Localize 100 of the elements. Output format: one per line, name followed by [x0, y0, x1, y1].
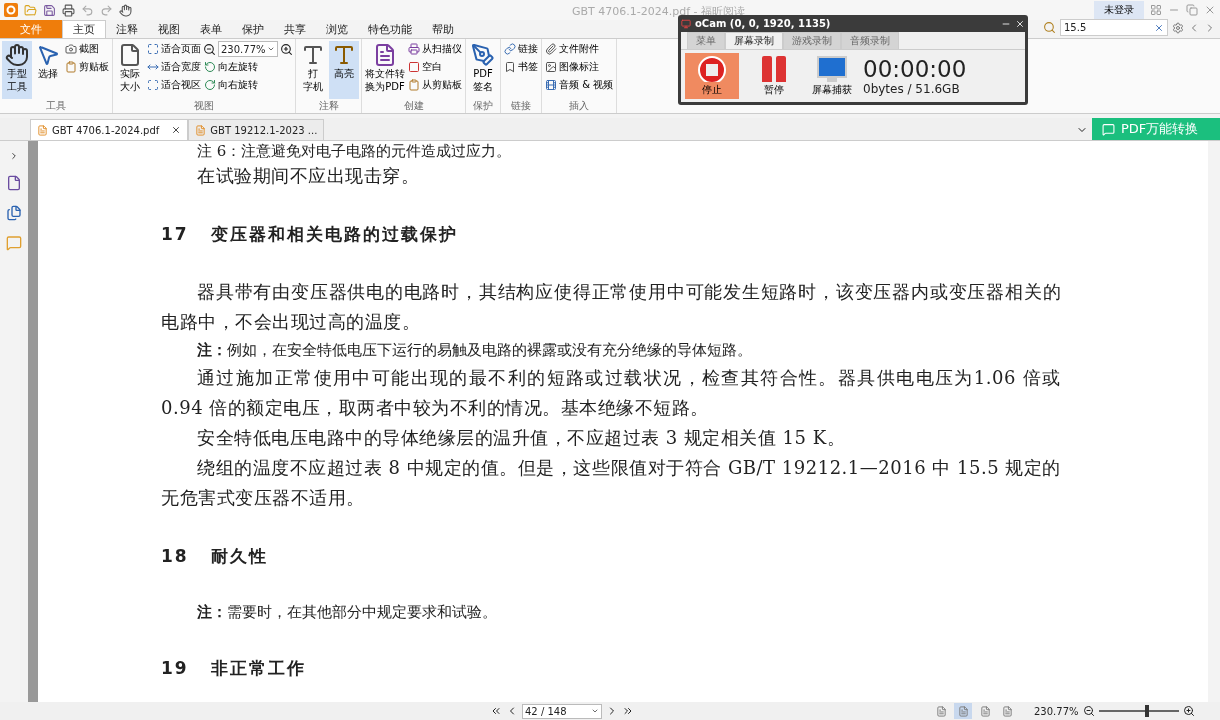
- group-label: 工具: [45, 99, 67, 113]
- zoom-in-icon[interactable]: [280, 42, 293, 56]
- page-view-icon: [1001, 705, 1013, 717]
- ribbon-button[interactable]: 打 字机: [298, 41, 328, 99]
- expand-icon[interactable]: [9, 151, 19, 161]
- caret-icon: [267, 45, 275, 53]
- app-logo: [4, 3, 18, 17]
- section-number: 18: [161, 545, 189, 568]
- close-icon[interactable]: [171, 125, 182, 135]
- menu-tab[interactable]: 注释: [106, 20, 148, 38]
- ribbon-button[interactable]: 适合视区: [146, 77, 202, 93]
- ribbon-button[interactable]: 适合页面: [146, 41, 202, 57]
- recorder-tab[interactable]: 音频录制: [841, 32, 899, 49]
- clear-icon[interactable]: [1154, 22, 1164, 33]
- pdf-file-icon: [195, 124, 207, 136]
- ribbon-button[interactable]: 书签: [503, 59, 539, 75]
- group-label: 插入: [568, 99, 591, 113]
- page-icon[interactable]: [6, 175, 22, 191]
- hand-icon[interactable]: [119, 3, 132, 17]
- settings-icon[interactable]: [1172, 21, 1184, 34]
- login-button[interactable]: 未登录: [1094, 1, 1144, 19]
- scanner-icon: [408, 43, 420, 55]
- section-heading: 耐久性: [210, 545, 268, 568]
- ribbon-button[interactable]: 文件附件: [544, 41, 615, 57]
- zoom-in-icon[interactable]: [1182, 705, 1195, 717]
- ribbon-button[interactable]: 截图: [64, 41, 110, 57]
- page-icon: [118, 43, 142, 67]
- ribbon-button[interactable]: 剪贴板: [64, 59, 110, 75]
- search-field[interactable]: 15.5: [1060, 19, 1168, 36]
- ribbon-button[interactable]: 从剪贴板: [407, 77, 463, 93]
- pen-icon: [471, 43, 495, 67]
- zoom-out-icon[interactable]: [1082, 705, 1095, 717]
- search-icon[interactable]: [1043, 21, 1056, 34]
- page-view-icon: [935, 705, 947, 717]
- menu-tab[interactable]: 主页: [62, 20, 106, 38]
- undo-icon[interactable]: [81, 3, 94, 17]
- pdf-file-icon: [37, 124, 48, 136]
- clipboard-icon: [408, 79, 420, 91]
- menu-tab[interactable]: 特色功能: [358, 20, 422, 38]
- zoom-out-icon[interactable]: [203, 42, 216, 56]
- menu-tab[interactable]: 表单: [190, 20, 232, 38]
- file-icon: [373, 43, 397, 67]
- save-icon[interactable]: [43, 3, 56, 17]
- group-label: 链接: [510, 99, 532, 113]
- menu-tab[interactable]: 帮助: [422, 20, 464, 38]
- pause-icon: [761, 55, 787, 82]
- ribbon-button[interactable]: 链接: [503, 41, 539, 57]
- ribbon-button[interactable]: 适合宽度: [146, 59, 202, 75]
- recorder-tab[interactable]: 菜单: [687, 32, 725, 49]
- close-icon[interactable]: [1015, 18, 1025, 29]
- file-size: 0bytes / 51.6GB: [863, 82, 961, 96]
- highlight-icon: [332, 43, 356, 67]
- link-icon: [504, 43, 516, 55]
- ribbon-button[interactable]: 向右旋转: [203, 77, 293, 93]
- camera-icon: [65, 43, 77, 55]
- print-icon[interactable]: [62, 3, 75, 17]
- document-tab[interactable]: GBT 4706.1-2024.pdf: [30, 119, 189, 140]
- ribbon-button[interactable]: 从扫描仪: [407, 41, 463, 57]
- menu-tab[interactable]: 浏览: [316, 20, 358, 38]
- document-tab[interactable]: GBT 19212.1-2023 ...: [188, 119, 325, 140]
- record-stop-icon: [697, 55, 727, 82]
- restore-icon[interactable]: [1186, 4, 1198, 16]
- recorder-button[interactable]: 屏幕捕获: [809, 53, 855, 99]
- redo-icon[interactable]: [100, 3, 113, 17]
- first-page-icon[interactable]: [490, 705, 502, 717]
- menu-tab[interactable]: 保护: [232, 20, 274, 38]
- recorder-button[interactable]: 停止: [685, 53, 739, 99]
- ribbon-button[interactable]: 选择: [33, 41, 63, 99]
- ribbon-button[interactable]: 手型 工具: [2, 41, 32, 99]
- app-icon: [681, 18, 691, 29]
- paperclip-icon: [545, 43, 557, 55]
- page-field[interactable]: 42 / 148: [522, 703, 602, 719]
- ribbon-button[interactable]: 向左旋转: [203, 59, 293, 75]
- section-heading: 非正常工作: [210, 657, 306, 680]
- zoom-value: 230.77%: [1034, 705, 1079, 717]
- slider-thumb[interactable]: [1144, 705, 1149, 717]
- grid-icon[interactable]: [1150, 4, 1162, 16]
- comment-icon[interactable]: [6, 235, 22, 251]
- ribbon-button[interactable]: 空白: [407, 59, 463, 75]
- zoom-field[interactable]: 230.77%: [218, 41, 278, 57]
- note: 注：需要时，在其他部分中规定要求和试验。: [196, 602, 498, 623]
- view-mode-button[interactable]: [954, 703, 972, 719]
- ribbon-button[interactable]: 实际 大小: [115, 41, 145, 99]
- recorder-tab[interactable]: 游戏录制: [783, 32, 841, 49]
- menu-tab[interactable]: 共享: [274, 20, 316, 38]
- page-view-icon: [957, 705, 969, 717]
- ribbon-button[interactable]: 音频 & 视频: [544, 77, 615, 93]
- fit-area-icon: [147, 79, 159, 91]
- last-page-icon[interactable]: [622, 705, 634, 717]
- ribbon-button[interactable]: 图像标注: [544, 59, 615, 75]
- typewriter-icon: [301, 43, 325, 67]
- ribbon-button[interactable]: 将文件转 换为PDF: [364, 41, 406, 99]
- menu-tab[interactable]: 视图: [148, 20, 190, 38]
- open-icon[interactable]: [24, 3, 37, 17]
- ribbon-button[interactable]: PDF 签名: [468, 41, 498, 99]
- pages-icon[interactable]: [6, 205, 22, 221]
- recorder-title: oCam (0, 0, 1920, 1135): [695, 18, 831, 29]
- recorder-button[interactable]: 暂停: [747, 53, 801, 99]
- ribbon-button[interactable]: 高亮: [329, 41, 359, 99]
- recorder-tab[interactable]: 屏幕录制: [725, 32, 783, 49]
